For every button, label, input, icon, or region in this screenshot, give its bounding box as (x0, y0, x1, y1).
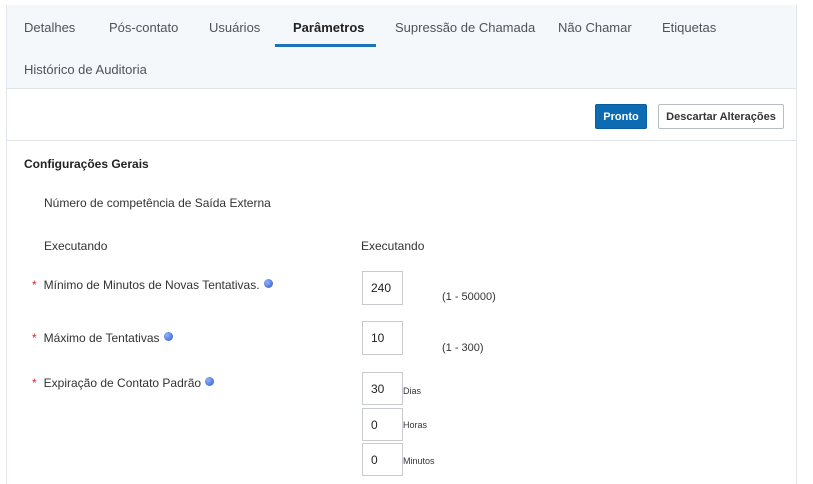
running-label-left: Executando (44, 239, 108, 253)
section-title: Configurações Gerais (24, 157, 149, 171)
max-attempts-label-row: * Máximo de Tentativas (32, 331, 173, 345)
help-circle-icon[interactable] (263, 279, 273, 288)
tab-bar: Detalhes Pós-contato Usuários Parâmetros… (7, 5, 796, 89)
tab-tags[interactable]: Etiquetas (662, 20, 716, 35)
tab-audit-history[interactable]: Histórico de Auditoria (24, 62, 147, 77)
max-attempts-input[interactable]: 10 (362, 321, 403, 355)
required-marker: * (32, 376, 37, 390)
help-circle-icon[interactable] (163, 332, 173, 341)
expiration-hours-input[interactable]: 0 (362, 408, 403, 441)
min-retry-label-row: * Mínimo de Minutos de Novas Tentativas. (32, 278, 273, 292)
outbound-skill-label: Número de competência de Saída Externa (44, 196, 271, 210)
min-retry-range: (1 - 50000) (442, 291, 496, 303)
action-toolbar: Pronto Descartar Alterações (7, 90, 796, 141)
discard-changes-button[interactable]: Descartar Alterações (658, 104, 784, 129)
expiration-label-row: * Expiração de Contato Padrão (32, 376, 215, 390)
expiration-hours-unit: Horas (403, 420, 428, 430)
help-circle-icon[interactable] (205, 377, 215, 386)
expiration-days-unit: Dias (403, 386, 422, 396)
expiration-minutes-input[interactable]: 0 (362, 443, 403, 476)
required-marker: * (32, 331, 37, 345)
tab-call-suppression[interactable]: Supressão de Chamada (395, 20, 535, 35)
tab-post-contact[interactable]: Pós-contato (109, 20, 178, 35)
expiration-minutes-unit: Minutos (403, 456, 435, 466)
min-retry-label: Mínimo de Minutos de Novas Tentativas. (43, 278, 260, 292)
min-retry-input[interactable]: 240 (362, 271, 403, 305)
max-attempts-label: Máximo de Tentativas (43, 331, 160, 345)
required-marker: * (32, 278, 37, 292)
tab-users[interactable]: Usuários (209, 20, 260, 35)
expiration-days-input[interactable]: 30 (362, 372, 403, 405)
active-tab-indicator (275, 44, 376, 47)
max-attempts-range: (1 - 300) (442, 342, 484, 354)
tab-parameters[interactable]: Parâmetros (293, 20, 365, 35)
tab-details[interactable]: Detalhes (24, 20, 75, 35)
tab-do-not-call[interactable]: Não Chamar (558, 20, 632, 35)
expiration-label: Expiração de Contato Padrão (43, 376, 202, 390)
done-button[interactable]: Pronto (595, 104, 647, 129)
campaign-settings-panel: Detalhes Pós-contato Usuários Parâmetros… (6, 5, 797, 484)
running-label-right: Executando (361, 239, 425, 253)
